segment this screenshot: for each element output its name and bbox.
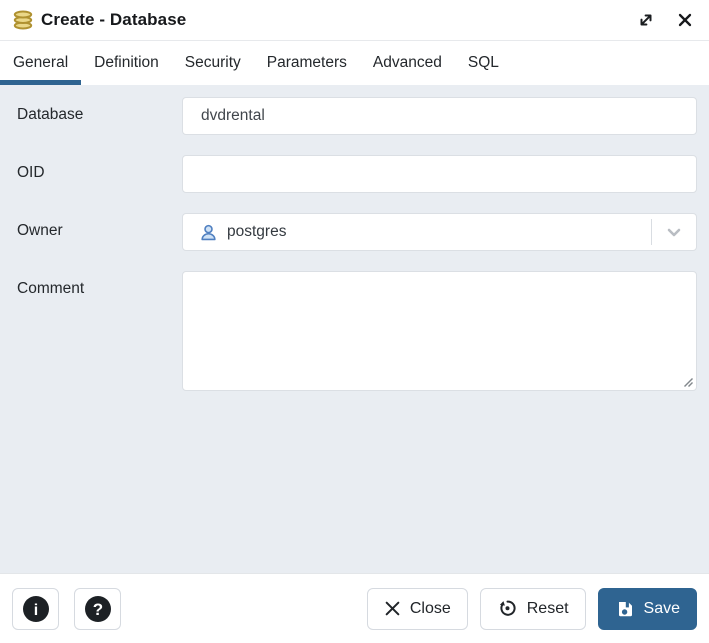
owner-selected-value: postgres <box>227 223 286 241</box>
comment-textarea[interactable] <box>182 271 697 391</box>
info-circle-icon: i <box>22 595 50 623</box>
close-button[interactable]: Close <box>367 588 468 630</box>
owner-label: Owner <box>0 213 182 240</box>
resize-handle-icon[interactable] <box>682 376 694 388</box>
expand-diagonal-icon <box>637 11 655 29</box>
reset-undo-icon <box>497 598 518 619</box>
chevron-down-icon[interactable] <box>652 220 696 244</box>
dialog-tabbar: General Definition Security Parameters A… <box>0 41 709 85</box>
question-circle-icon: ? <box>84 595 112 623</box>
save-button[interactable]: Save <box>598 588 697 630</box>
reset-button-label: Reset <box>527 600 569 618</box>
database-gold-icon <box>12 9 34 31</box>
svg-text:i: i <box>33 602 37 619</box>
save-button-label: Save <box>644 600 680 618</box>
oid-row: OID <box>0 155 697 193</box>
general-tab-panel: Database OID Owner <box>0 85 709 573</box>
close-x-icon <box>384 600 401 617</box>
close-button-label: Close <box>410 600 451 618</box>
reset-button[interactable]: Reset <box>480 588 586 630</box>
tab-sql[interactable]: SQL <box>455 41 512 85</box>
tab-general[interactable]: General <box>0 41 81 85</box>
owner-select[interactable]: postgres <box>182 213 697 251</box>
oid-label: OID <box>0 155 182 182</box>
dialog-footer: i ? Close <box>0 573 709 643</box>
user-icon <box>199 223 218 242</box>
database-label: Database <box>0 97 182 124</box>
help-button[interactable]: ? <box>74 588 121 630</box>
maximize-button[interactable] <box>635 9 657 31</box>
database-name-input[interactable] <box>182 97 697 135</box>
close-x-icon <box>677 12 693 28</box>
create-database-dialog: Create - Database General Definition <box>0 0 709 643</box>
oid-input[interactable] <box>182 155 697 193</box>
comment-row: Comment <box>0 271 697 391</box>
tab-security[interactable]: Security <box>172 41 254 85</box>
svg-text:?: ? <box>92 600 102 619</box>
close-dialog-button[interactable] <box>675 10 695 30</box>
owner-row: Owner postgres <box>0 213 697 251</box>
tab-definition[interactable]: Definition <box>81 41 172 85</box>
comment-label: Comment <box>0 271 182 298</box>
tab-advanced[interactable]: Advanced <box>360 41 455 85</box>
save-floppy-icon <box>615 599 635 619</box>
dialog-titlebar: Create - Database <box>0 0 709 41</box>
tab-parameters[interactable]: Parameters <box>254 41 360 85</box>
database-row: Database <box>0 97 697 135</box>
info-button[interactable]: i <box>12 588 59 630</box>
dialog-title: Create - Database <box>41 10 186 30</box>
